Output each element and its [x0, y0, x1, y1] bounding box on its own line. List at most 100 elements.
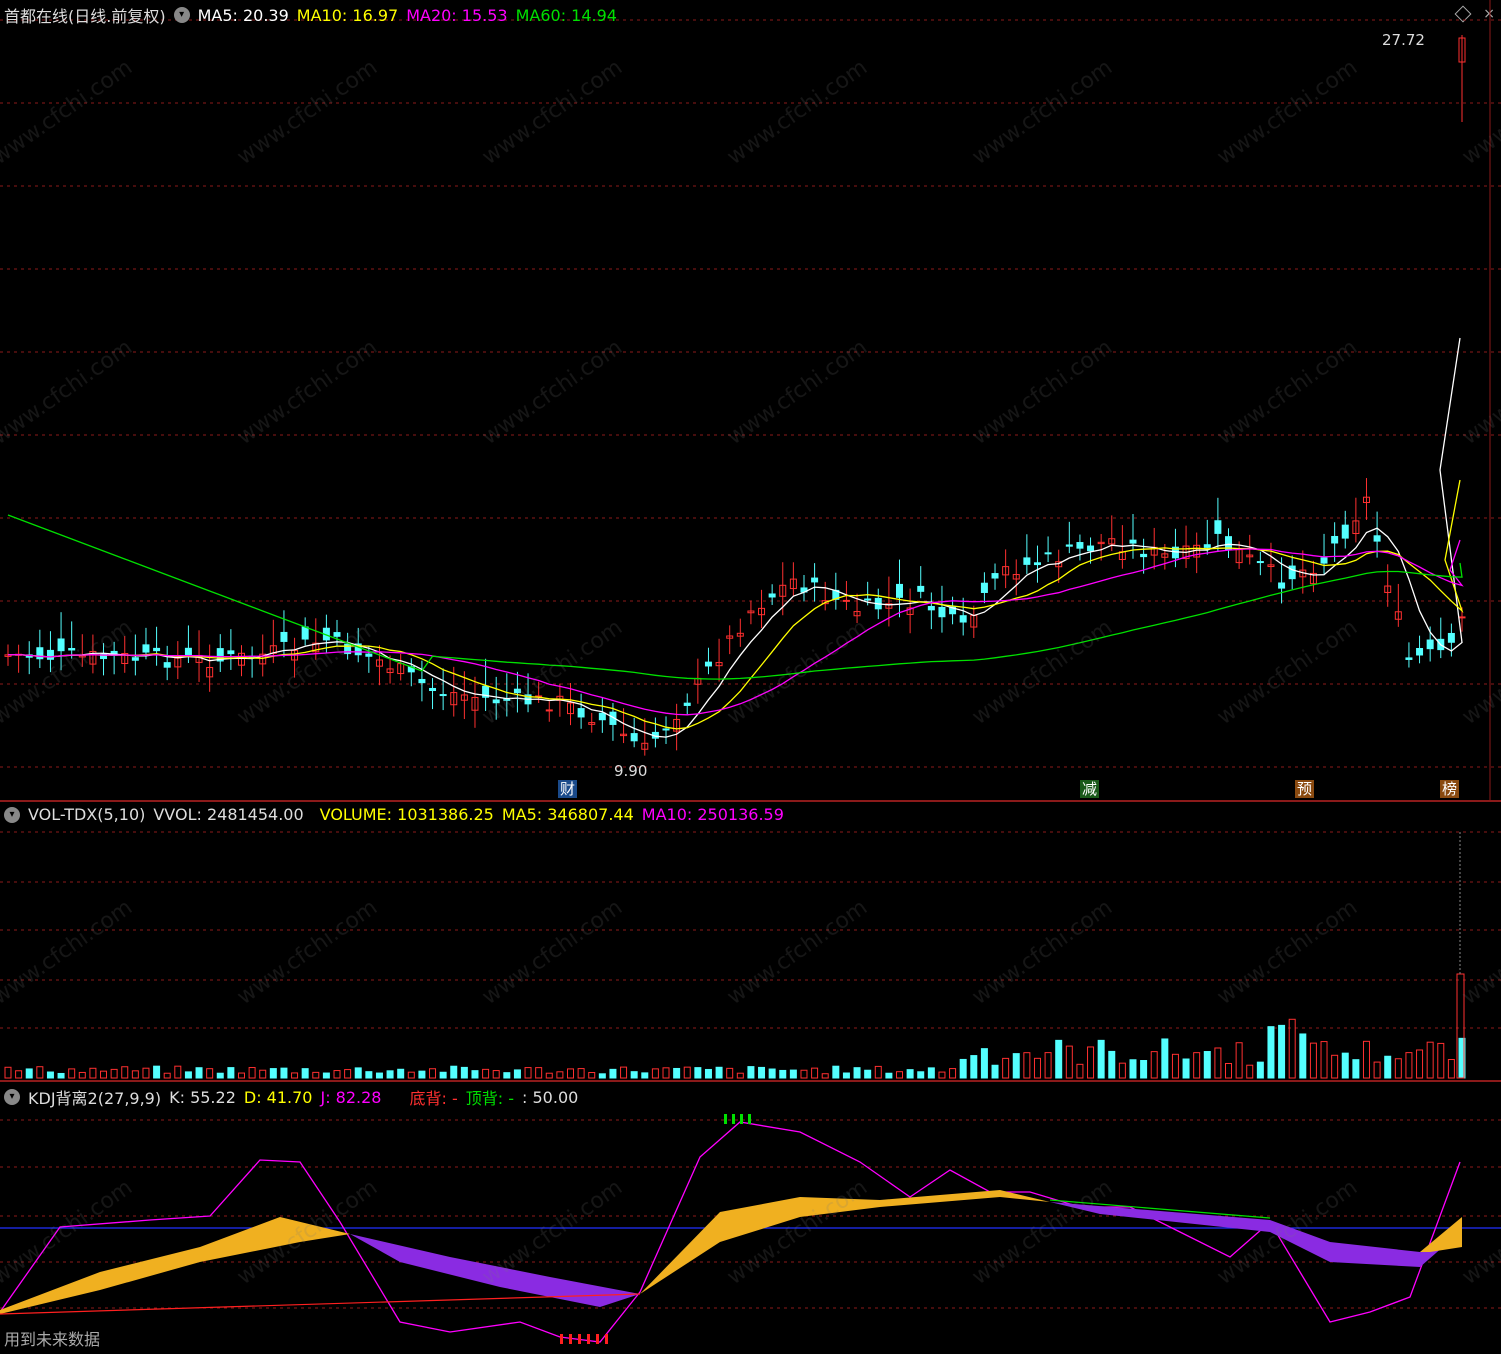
volume-bar — [938, 1071, 946, 1079]
volume-bar — [1065, 1045, 1073, 1079]
event-tag-finance[interactable]: 财 — [558, 780, 578, 798]
volume-bar — [513, 1069, 521, 1079]
volume-bar — [429, 1068, 437, 1079]
kdj-fill-up — [1420, 1217, 1462, 1252]
event-tag-list[interactable]: 榜 — [1440, 780, 1460, 798]
candle-body — [1458, 616, 1466, 619]
kdj-top-marker — [732, 1114, 735, 1124]
volume-bar — [492, 1070, 500, 1079]
ma10-line — [7, 479, 1464, 730]
volume-bar — [237, 1072, 245, 1079]
volume-bar — [1299, 1033, 1307, 1079]
volume-bar — [970, 1055, 978, 1079]
volume-bar — [853, 1067, 861, 1079]
candle-body — [1214, 520, 1222, 534]
volume-bar — [630, 1071, 638, 1079]
volume-bar — [121, 1066, 129, 1079]
kdj-j-value: J: 82.28 — [320, 1087, 382, 1107]
volume-bar — [174, 1065, 182, 1079]
kdj-chart-panel[interactable]: ▾ KDJ背离2(27,9,9) K: 55.22 D: 41.70 J: 82… — [0, 1082, 1501, 1354]
volume-bar — [609, 1068, 617, 1079]
price-title: 首都在线(日线.前复权) — [4, 7, 166, 26]
kdj-bottom-marker — [596, 1334, 599, 1344]
volume-bar — [291, 1072, 299, 1079]
volume-bar — [333, 1070, 341, 1079]
ma20-line — [7, 539, 1464, 716]
volume-bar — [386, 1070, 394, 1079]
volume-bar — [1331, 1054, 1339, 1079]
volume-bar — [641, 1072, 649, 1079]
candle-body — [630, 733, 638, 742]
volume-bar — [1129, 1059, 1137, 1079]
price-chart-panel[interactable]: 首都在线(日线.前复权) ▾ MA5: 20.39 MA10: 16.97 MA… — [0, 0, 1501, 802]
candle-body — [429, 687, 437, 692]
volume-bar — [1108, 1050, 1116, 1079]
volume-bar — [715, 1066, 723, 1079]
candle-body — [333, 632, 341, 637]
kdj-fill-down — [350, 1234, 640, 1307]
price-legend: 首都在线(日线.前复权) ▾ MA5: 20.39 MA10: 16.97 MA… — [4, 3, 617, 27]
volume-bar — [980, 1048, 988, 1079]
candle-body — [513, 688, 521, 694]
volume-bar — [142, 1067, 150, 1079]
event-tag-reduce[interactable]: 减 — [1080, 780, 1100, 798]
volume-bar — [1267, 1026, 1275, 1079]
kdj-top-marker — [740, 1114, 743, 1124]
volume-bar — [78, 1071, 86, 1079]
volume-bar — [1140, 1060, 1148, 1079]
vvol-value: VVOL: 2481454.00 — [153, 805, 304, 824]
volume-bar — [1426, 1041, 1434, 1079]
volume-bar — [1023, 1052, 1031, 1079]
volume-bar — [1362, 1040, 1370, 1079]
collapse-icon[interactable]: ▾ — [173, 7, 190, 23]
kdj-fill-up — [0, 1217, 350, 1314]
candle-body — [163, 662, 171, 668]
volume-chart-panel[interactable]: ▾ VOL-TDX(5,10) VVOL: 2481454.00 VOLUME:… — [0, 802, 1501, 1082]
candle-body — [57, 638, 65, 652]
candle-body — [1129, 539, 1137, 544]
volume-bar — [312, 1071, 320, 1079]
collapse-icon[interactable]: ▾ — [4, 1089, 20, 1105]
volume-bar — [206, 1068, 214, 1079]
volume-bar — [1235, 1042, 1243, 1079]
volume-bar — [1225, 1062, 1233, 1079]
volume-bar — [768, 1068, 776, 1079]
candle-body — [418, 678, 426, 684]
volume-bar — [620, 1066, 628, 1079]
candle-body — [1023, 557, 1031, 565]
volume-bar — [163, 1072, 171, 1079]
volume-bar — [1352, 1059, 1360, 1079]
candle-body — [864, 598, 872, 601]
price-candles[interactable] — [0, 0, 1501, 800]
volume-bar — [1278, 1024, 1286, 1079]
candle-body — [227, 650, 235, 655]
volume-bar — [471, 1070, 479, 1079]
candle-body — [153, 647, 161, 652]
candle-body — [577, 708, 585, 718]
volume-bar — [811, 1067, 819, 1079]
volume-bar — [131, 1070, 139, 1079]
kdj-bottom-marker — [605, 1334, 608, 1344]
candle-body — [938, 606, 946, 618]
volume-bar — [1447, 1059, 1455, 1079]
volume-bar — [227, 1067, 235, 1079]
candle-body — [1426, 639, 1434, 650]
ma60-value: MA60: 14.94 — [515, 5, 617, 25]
volume-bar — [1002, 1057, 1010, 1079]
candle-body — [365, 653, 373, 657]
volume-bar — [588, 1072, 596, 1079]
volume-bar — [1384, 1055, 1392, 1079]
volume-bar — [184, 1071, 192, 1079]
volume-bar — [789, 1069, 797, 1079]
candle-body — [1416, 648, 1424, 656]
volume-bar — [726, 1067, 734, 1079]
kdj-lines[interactable] — [0, 1082, 1501, 1354]
volume-bar — [906, 1069, 914, 1079]
candle-body — [131, 657, 139, 661]
collapse-icon[interactable]: ▾ — [4, 806, 20, 823]
volume-bars[interactable] — [0, 802, 1501, 1080]
volume-bar — [949, 1068, 957, 1079]
volume-bar — [927, 1067, 935, 1079]
volume-bar — [991, 1064, 999, 1079]
event-tag-forecast[interactable]: 预 — [1295, 780, 1315, 798]
